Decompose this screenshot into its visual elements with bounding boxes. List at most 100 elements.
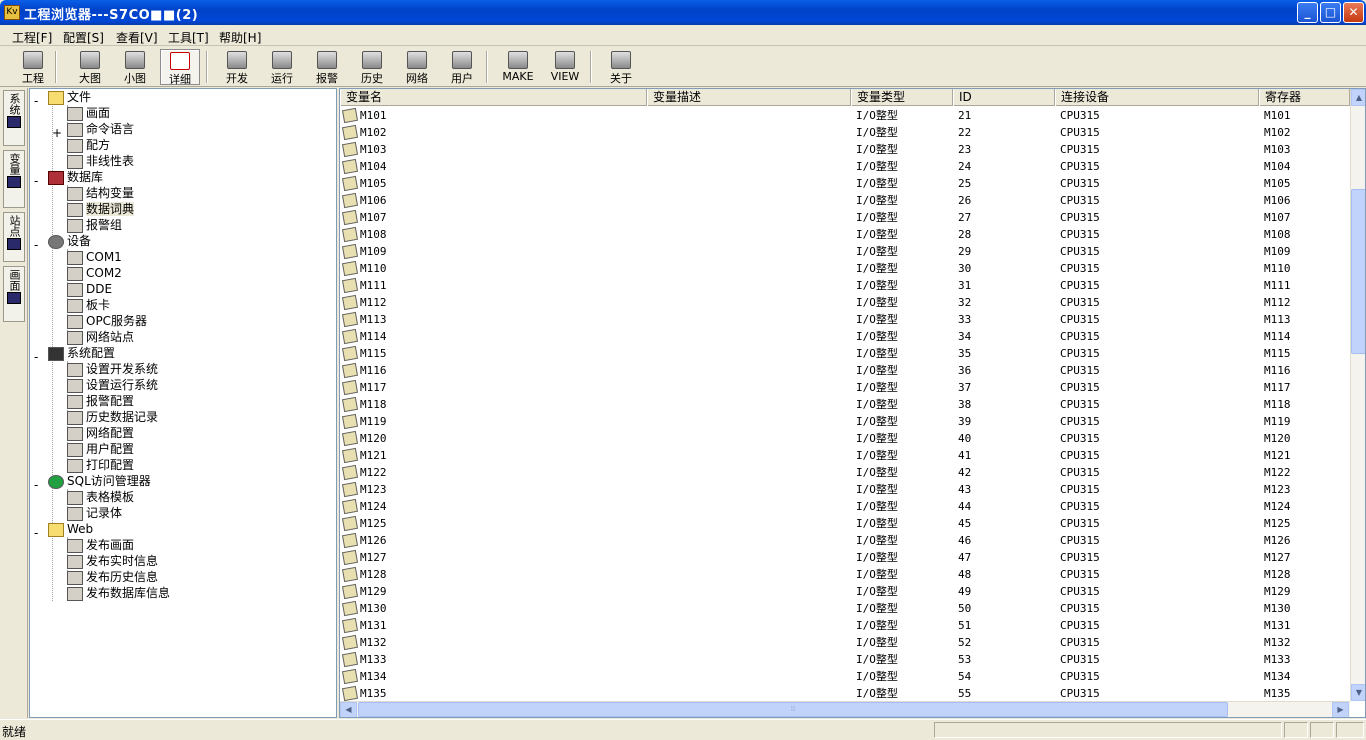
tree-item[interactable]: 发布数据库信息: [67, 585, 170, 601]
minimize-button[interactable]: _: [1297, 2, 1318, 23]
tree-item[interactable]: SQL访问管理器: [48, 473, 151, 489]
menu-config[interactable]: 配置[S]: [63, 29, 104, 46]
table-row[interactable]: M120 I/O整型 40 CPU315 M120: [340, 430, 1348, 447]
tree-item[interactable]: 历史数据记录: [67, 409, 158, 425]
horizontal-scrollbar[interactable]: ◀ ⦙⦙⦙ ▶: [340, 701, 1350, 717]
table-row[interactable]: M123 I/O整型 43 CPU315 M123: [340, 481, 1348, 498]
tree-item[interactable]: 表格模板: [67, 489, 134, 505]
toolbar-develop-button[interactable]: 开发: [217, 49, 257, 85]
table-row[interactable]: M110 I/O整型 30 CPU315 M110: [340, 260, 1348, 277]
tree-expander-icon[interactable]: -: [34, 349, 38, 365]
tree-item[interactable]: 网络站点: [67, 329, 134, 345]
tree-item[interactable]: 数据库: [48, 169, 103, 185]
tree-item[interactable]: 发布画面: [67, 537, 134, 553]
tree-item[interactable]: 发布实时信息: [67, 553, 158, 569]
menu-tools[interactable]: 工具[T]: [168, 29, 209, 46]
toolbar-about-button[interactable]: 关于: [601, 49, 641, 85]
side-tab-station[interactable]: 站点: [3, 212, 25, 262]
side-tab-screen[interactable]: 画面: [3, 266, 25, 322]
col-header-device[interactable]: 连接设备: [1055, 89, 1259, 106]
table-row[interactable]: M135 I/O整型 55 CPU315 M135: [340, 685, 1348, 702]
maximize-button[interactable]: □: [1320, 2, 1341, 23]
tree-item[interactable]: 文件: [48, 89, 91, 105]
toolbar-small-icons-button[interactable]: 小图: [115, 49, 155, 85]
table-row[interactable]: M128 I/O整型 48 CPU315 M128: [340, 566, 1348, 583]
close-button[interactable]: ✕: [1343, 2, 1364, 23]
tree-item[interactable]: 设备: [48, 233, 91, 249]
table-row[interactable]: M130 I/O整型 50 CPU315 M130: [340, 600, 1348, 617]
col-header-name[interactable]: 变量名: [340, 89, 647, 106]
tree-item[interactable]: 报警组: [67, 217, 122, 233]
tree-item[interactable]: 结构变量: [67, 185, 134, 201]
table-row[interactable]: M113 I/O整型 33 CPU315 M113: [340, 311, 1348, 328]
side-tab-system[interactable]: 系统: [3, 90, 25, 146]
table-row[interactable]: M103 I/O整型 23 CPU315 M103: [340, 141, 1348, 158]
tree-item[interactable]: 报警配置: [67, 393, 134, 409]
table-row[interactable]: M114 I/O整型 34 CPU315 M114: [340, 328, 1348, 345]
table-row[interactable]: M117 I/O整型 37 CPU315 M117: [340, 379, 1348, 396]
toolbar-history-button[interactable]: 历史: [352, 49, 392, 85]
tree-item[interactable]: 设置运行系统: [67, 377, 158, 393]
menu-view[interactable]: 查看[V]: [116, 29, 158, 46]
table-row[interactable]: M116 I/O整型 36 CPU315 M116: [340, 362, 1348, 379]
table-row[interactable]: M124 I/O整型 44 CPU315 M124: [340, 498, 1348, 515]
toolbar-network-button[interactable]: 网络: [397, 49, 437, 85]
col-header-description[interactable]: 变量描述: [647, 89, 851, 106]
scroll-right-icon[interactable]: ▶: [1332, 702, 1349, 717]
toolbar-view-button[interactable]: VIEW: [545, 49, 585, 85]
col-header-type[interactable]: 变量类型: [851, 89, 953, 106]
table-row[interactable]: M111 I/O整型 31 CPU315 M111: [340, 277, 1348, 294]
horizontal-scroll-thumb[interactable]: ⦙⦙⦙: [358, 702, 1228, 717]
menu-project[interactable]: 工程[F]: [12, 29, 52, 46]
tree-item[interactable]: COM2: [67, 265, 122, 281]
table-row[interactable]: M109 I/O整型 29 CPU315 M109: [340, 243, 1348, 260]
tree-item[interactable]: 设置开发系统: [67, 361, 158, 377]
menu-help[interactable]: 帮助[H]: [219, 29, 261, 46]
table-row[interactable]: M131 I/O整型 51 CPU315 M131: [340, 617, 1348, 634]
tree-item[interactable]: 网络配置: [67, 425, 134, 441]
toolbar-large-icons-button[interactable]: 大图: [70, 49, 110, 85]
tree-item[interactable]: Web: [48, 521, 93, 537]
scroll-down-icon[interactable]: ▼: [1351, 684, 1365, 701]
table-row[interactable]: M115 I/O整型 35 CPU315 M115: [340, 345, 1348, 362]
table-row[interactable]: M106 I/O整型 26 CPU315 M106: [340, 192, 1348, 209]
toolbar-project-button[interactable]: 工程: [13, 49, 53, 85]
table-row[interactable]: M134 I/O整型 54 CPU315 M134: [340, 668, 1348, 685]
tree-expander-icon[interactable]: -: [34, 93, 38, 109]
tree-item[interactable]: 板卡: [67, 297, 110, 313]
tree-expander-icon[interactable]: +: [52, 125, 62, 141]
table-row[interactable]: M122 I/O整型 42 CPU315 M122: [340, 464, 1348, 481]
tree-expander-icon[interactable]: -: [34, 525, 38, 541]
tree-item[interactable]: 记录体: [67, 505, 122, 521]
table-row[interactable]: M102 I/O整型 22 CPU315 M102: [340, 124, 1348, 141]
toolbar-details-button[interactable]: 详细: [160, 49, 200, 86]
tree-item[interactable]: 非线性表: [67, 153, 134, 169]
tree-item[interactable]: OPC服务器: [67, 313, 147, 329]
table-row[interactable]: M133 I/O整型 53 CPU315 M133: [340, 651, 1348, 668]
toolbar-run-button[interactable]: 运行: [262, 49, 302, 85]
tree-expander-icon[interactable]: -: [34, 173, 38, 189]
table-row[interactable]: M132 I/O整型 52 CPU315 M132: [340, 634, 1348, 651]
tree-item[interactable]: 数据词典: [67, 201, 135, 217]
table-row[interactable]: M105 I/O整型 25 CPU315 M105: [340, 175, 1348, 192]
tree-item[interactable]: 系统配置: [48, 345, 115, 361]
table-row[interactable]: M121 I/O整型 41 CPU315 M121: [340, 447, 1348, 464]
tree-expander-icon[interactable]: -: [34, 477, 38, 493]
tree-item[interactable]: COM1: [67, 249, 122, 265]
scroll-up-icon[interactable]: ▲: [1351, 89, 1365, 106]
table-row[interactable]: M101 I/O整型 21 CPU315 M101: [340, 107, 1348, 124]
tree-item[interactable]: 发布历史信息: [67, 569, 158, 585]
table-row[interactable]: M125 I/O整型 45 CPU315 M125: [340, 515, 1348, 532]
toolbar-user-button[interactable]: 用户: [442, 49, 482, 85]
tree-item[interactable]: 打印配置: [67, 457, 134, 473]
table-row[interactable]: M127 I/O整型 47 CPU315 M127: [340, 549, 1348, 566]
table-row[interactable]: M112 I/O整型 32 CPU315 M112: [340, 294, 1348, 311]
table-row[interactable]: M119 I/O整型 39 CPU315 M119: [340, 413, 1348, 430]
col-header-id[interactable]: ID: [953, 89, 1055, 106]
tree-item[interactable]: 用户配置: [67, 441, 134, 457]
tree-item[interactable]: 画面: [67, 105, 110, 121]
tree-expander-icon[interactable]: -: [34, 237, 38, 253]
tree-item[interactable]: 配方: [67, 137, 110, 153]
table-row[interactable]: M129 I/O整型 49 CPU315 M129: [340, 583, 1348, 600]
scroll-left-icon[interactable]: ◀: [340, 702, 357, 717]
